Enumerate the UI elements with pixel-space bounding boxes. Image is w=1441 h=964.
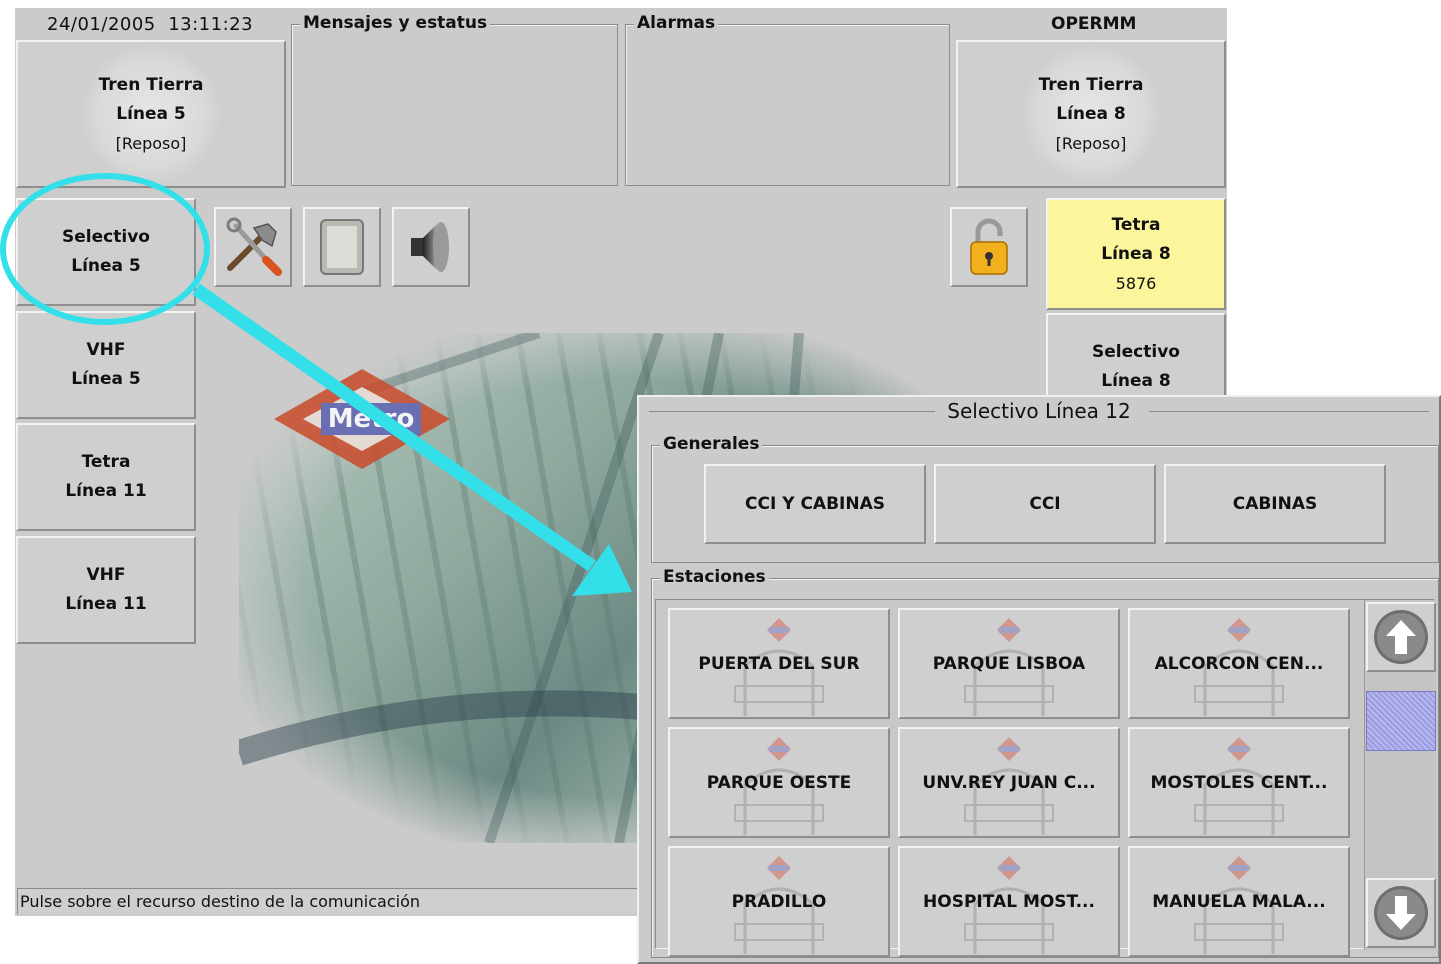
- button-number: 5876: [1115, 273, 1157, 293]
- resource-tren-tierra-linea-5[interactable]: Tren Tierra Línea 5 [Reposo]: [16, 40, 286, 188]
- alarms-label: Alarmas: [634, 13, 719, 33]
- button-label: Tetra: [81, 452, 131, 472]
- stations-scrollbar[interactable]: [1364, 600, 1436, 950]
- messages-panel: Mensajes y estatus: [291, 13, 618, 186]
- scroll-thumb[interactable]: [1366, 691, 1436, 752]
- clipboard-icon: [320, 219, 364, 275]
- estaciones-list: PUERTA DEL SUR PARQUE LISBOA ALCORCON CE…: [655, 599, 1436, 957]
- alarms-panel: Alarmas: [625, 13, 950, 186]
- station-button[interactable]: HOSPITAL MOST...: [898, 846, 1120, 957]
- selectivo-dialog: Selectivo Línea 12 Generales CCI Y CABIN…: [637, 395, 1441, 964]
- arrow-down-icon: [1374, 886, 1428, 940]
- speaker-icon: [411, 222, 449, 272]
- station-name: ALCORCON CEN...: [1154, 653, 1324, 674]
- dialog-title: Selectivo Línea 12: [947, 399, 1131, 423]
- tetra-linea-11-button[interactable]: Tetra Línea 11: [16, 423, 196, 531]
- station-name: PARQUE OESTE: [706, 772, 852, 793]
- button-label: Selectivo: [62, 227, 150, 247]
- button-line: Línea 8: [1101, 243, 1171, 264]
- station-button[interactable]: ALCORCON CEN...: [1128, 608, 1350, 719]
- button-line: Línea 5: [71, 369, 141, 389]
- tools-icon: [226, 217, 282, 276]
- station-button[interactable]: PARQUE LISBOA: [898, 608, 1120, 719]
- button-line: Línea 5: [71, 256, 141, 276]
- station-name: HOSPITAL MOST...: [923, 891, 1095, 912]
- operator-name: OPERMM: [1051, 14, 1137, 34]
- scroll-up-button[interactable]: [1366, 602, 1436, 672]
- cabinas-button[interactable]: CABINAS: [1164, 464, 1386, 544]
- clipboard-button[interactable]: [303, 207, 381, 287]
- station-name: MANUELA MALA...: [1152, 891, 1326, 912]
- resource-state: [Reposo]: [115, 133, 187, 153]
- station-button[interactable]: UNV.REY JUAN C...: [898, 727, 1120, 838]
- resource-tren-tierra-linea-8[interactable]: Tren Tierra Línea 8 [Reposo]: [956, 40, 1226, 188]
- vhf-linea-11-button[interactable]: VHF Línea 11: [16, 536, 196, 644]
- tools-button[interactable]: [214, 207, 292, 287]
- tetra-linea-8-button[interactable]: Tetra Línea 8 5876: [1046, 198, 1226, 310]
- resource-name: Tren Tierra: [1038, 74, 1144, 95]
- vhf-linea-5-button[interactable]: VHF Línea 5: [16, 311, 196, 419]
- station-name: UNV.REY JUAN C...: [922, 772, 1096, 793]
- station-name: PRADILLO: [731, 891, 827, 912]
- cci-button[interactable]: CCI: [934, 464, 1156, 544]
- station-button[interactable]: MANUELA MALA...: [1128, 846, 1350, 957]
- button-line: Línea 11: [65, 594, 147, 614]
- estaciones-label: Estaciones: [660, 567, 769, 587]
- lock-button[interactable]: [950, 207, 1028, 287]
- station-button[interactable]: MOSTOLES CENT...: [1128, 727, 1350, 838]
- padlock-icon: [970, 218, 1008, 275]
- station-name: MOSTOLES CENT...: [1150, 772, 1328, 793]
- button-line: Línea 11: [65, 481, 147, 501]
- button-line: Línea 8: [1101, 371, 1171, 391]
- station-name: PUERTA DEL SUR: [698, 653, 860, 674]
- arrow-up-icon: [1374, 610, 1428, 664]
- speaker-button[interactable]: [392, 207, 470, 287]
- station-button[interactable]: PUERTA DEL SUR: [668, 608, 890, 719]
- button-label: Selectivo: [1092, 342, 1180, 362]
- status-bar: Pulse sobre el recurso destino de la com…: [17, 888, 657, 914]
- station-button[interactable]: PRADILLO: [668, 846, 890, 957]
- button-label: VHF: [86, 565, 126, 585]
- resource-line: Línea 8: [1056, 103, 1126, 124]
- cci-y-cabinas-button[interactable]: CCI Y CABINAS: [704, 464, 926, 544]
- scroll-down-button[interactable]: [1366, 878, 1436, 948]
- button-label: Tetra: [1111, 214, 1161, 235]
- station-name: PARQUE LISBOA: [932, 653, 1086, 674]
- button-label: VHF: [86, 340, 126, 360]
- resource-state: [Reposo]: [1055, 133, 1127, 153]
- resource-line: Línea 5: [116, 103, 186, 124]
- selectivo-linea-5-button[interactable]: Selectivo Línea 5: [16, 198, 196, 306]
- metro-logo: Metro: [321, 403, 421, 435]
- resource-name: Tren Tierra: [98, 74, 204, 95]
- messages-label: Mensajes y estatus: [300, 13, 491, 33]
- generales-label: Generales: [660, 434, 763, 454]
- datetime: 24/01/2005 13:11:23: [47, 14, 254, 35]
- station-button[interactable]: PARQUE OESTE: [668, 727, 890, 838]
